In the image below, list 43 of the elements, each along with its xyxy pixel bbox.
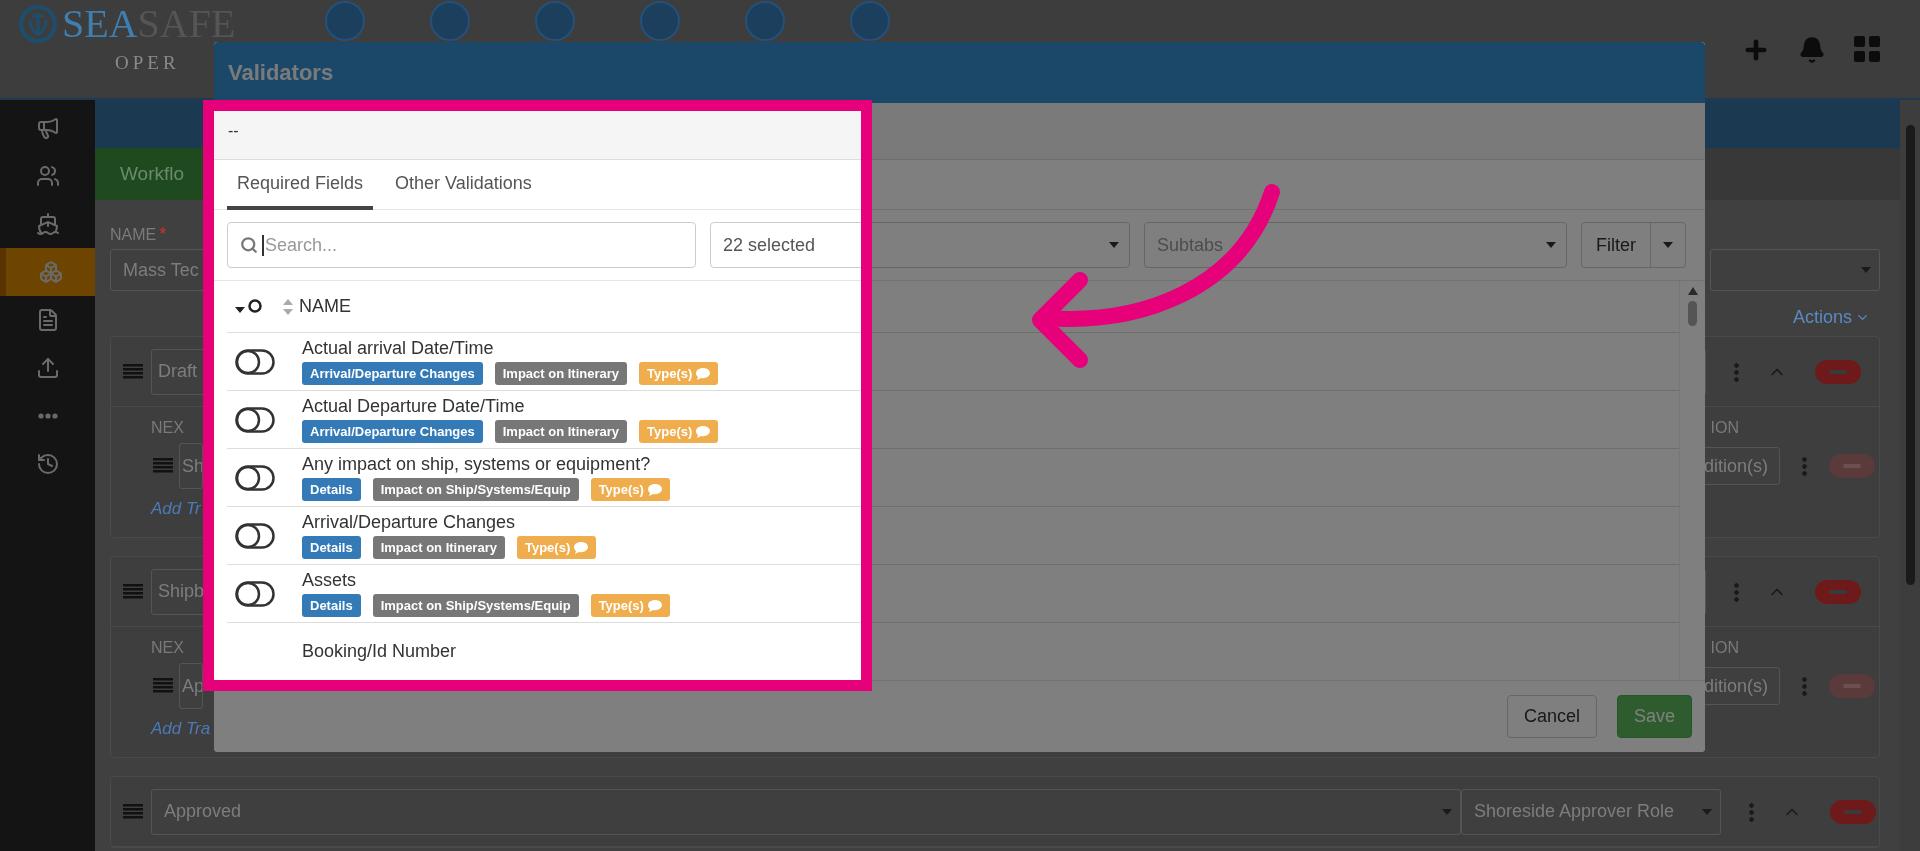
field-name: Any impact on ship, systems or equipment? — [302, 454, 652, 475]
field-label: ION — [1710, 419, 1739, 437]
role-select[interactable]: Shoreside Approver Role — [1461, 788, 1721, 835]
tag-label: Details — [302, 478, 361, 501]
field-label: NEX — [151, 639, 184, 657]
tag-label: Type(s) — [639, 362, 719, 385]
tag-label: Type(s) — [516, 536, 597, 559]
next-select[interactable]: Sh — [179, 443, 203, 489]
status-select[interactable]: Approved — [151, 788, 1461, 835]
field-label: NEX — [151, 419, 184, 437]
field-label: ION — [1710, 639, 1739, 657]
tab[interactable]: Other Validations — [385, 160, 542, 210]
tag-label: Details — [302, 536, 361, 559]
tag-label: Impact on Ship/Systems/Equip — [372, 594, 579, 617]
tag-label: Type(s) — [639, 420, 719, 443]
tag-label: Impact on Itinerary — [494, 362, 628, 385]
cancel-button[interactable]: Cancel — [1506, 695, 1597, 738]
add-transition-link[interactable]: Add Tr — [151, 499, 201, 519]
dialog-subtitle: -- — [214, 103, 1705, 160]
actions-link[interactable]: Actions — [1792, 307, 1870, 328]
column-header[interactable]: NAME — [283, 296, 351, 317]
required-mark: * — [159, 224, 167, 244]
group-select[interactable]: 22 selected — [710, 222, 1130, 268]
tab[interactable]: Required Fields — [227, 160, 374, 210]
search-field[interactable]: Search... — [227, 222, 696, 268]
field-name: Booking/Id Number — [302, 641, 457, 662]
field-name: Actual arrival Date/Time — [302, 338, 495, 359]
field-name: Assets — [302, 570, 358, 591]
tag-label: Details — [302, 594, 361, 617]
field-name: Actual Departure Date/Time — [302, 396, 526, 417]
logo-subtitle: OPER — [115, 52, 180, 74]
tag-label: Impact on Ship/Systems/Equip — [372, 478, 579, 501]
dialog-title: Validators — [214, 42, 1705, 103]
tag-label: Type(s) — [590, 594, 670, 617]
field-name: Arrival/Departure Changes — [302, 512, 517, 533]
tag-label: Arrival/Departure Changes — [302, 362, 483, 385]
tag-label: Type(s) — [590, 478, 670, 501]
add-transition-link[interactable]: Add Tra — [151, 719, 211, 739]
tag-label: Arrival/Departure Changes — [302, 420, 483, 443]
save-button[interactable]: Save — [1616, 695, 1692, 738]
field-label: NAME — [110, 226, 157, 243]
tag-label: Impact on Itinerary — [372, 536, 505, 559]
tag-label: Impact on Itinerary — [494, 420, 628, 443]
